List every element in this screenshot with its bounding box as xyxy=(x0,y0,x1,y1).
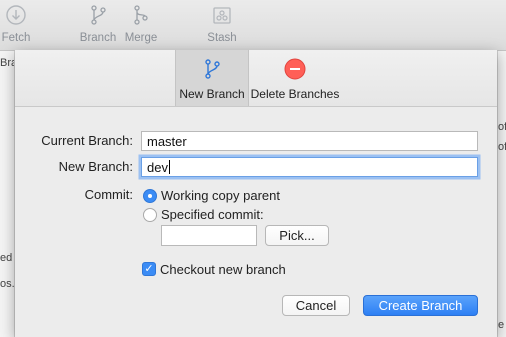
text-caret xyxy=(168,160,170,174)
tab-new-branch-label: New Branch xyxy=(179,87,245,101)
stash-icon xyxy=(213,7,231,24)
toolbar-branch-button[interactable]: Branch xyxy=(78,4,118,44)
specified-commit-radio[interactable] xyxy=(143,208,157,222)
new-branch-input[interactable]: dev xyxy=(141,157,478,177)
app-toolbar: Fetch Branch Merge Stash xyxy=(0,0,506,51)
toolbar-merge-label: Merge xyxy=(124,32,158,44)
specified-commit-label[interactable]: Specified commit: xyxy=(161,207,264,222)
current-branch-field[interactable]: master xyxy=(141,131,478,151)
toolbar-stash-label: Stash xyxy=(207,32,237,44)
new-branch-value: dev xyxy=(147,160,168,175)
left-fragment: ed b xyxy=(0,252,14,264)
toolbar-branch-label: Branch xyxy=(79,32,117,44)
working-copy-parent-label[interactable]: Working copy parent xyxy=(161,188,280,203)
branch-icon xyxy=(91,5,106,25)
left-fragment: os.f xyxy=(0,278,15,290)
toolbar-merge-button[interactable]: Merge xyxy=(121,4,161,44)
toolbar-fetch-button[interactable]: Fetch xyxy=(0,4,36,44)
toolbar-stash-button[interactable]: Stash xyxy=(202,4,242,44)
checkout-new-branch-checkbox[interactable]: ✓ xyxy=(142,262,156,276)
new-branch-sheet: New Branch Delete Branches Current Branc… xyxy=(15,50,497,337)
tab-new-branch[interactable]: New Branch xyxy=(175,50,249,106)
tab-delete-branches[interactable]: Delete Branches xyxy=(249,50,341,106)
right-pane: S of of e xyxy=(497,51,506,337)
merge-icon xyxy=(134,5,148,25)
create-branch-button[interactable]: Create Branch xyxy=(363,295,478,316)
pick-button[interactable]: Pick... xyxy=(265,225,329,246)
toolbar-fetch-label: Fetch xyxy=(1,32,31,44)
current-branch-value: master xyxy=(147,134,187,149)
right-fragment: e xyxy=(498,319,505,331)
delete-icon xyxy=(284,58,306,80)
left-pane: Bran ed b os.f xyxy=(0,51,15,337)
working-copy-parent-radio[interactable] xyxy=(143,189,157,203)
checkout-new-branch-label[interactable]: Checkout new branch xyxy=(160,262,286,277)
right-fragment: of xyxy=(498,141,506,153)
cancel-button[interactable]: Cancel xyxy=(282,295,350,316)
right-fragment: of xyxy=(498,121,506,133)
sheet-content: Current Branch: master New Branch: dev C… xyxy=(15,107,497,337)
new-branch-label: New Branch: xyxy=(58,159,133,174)
commit-label: Commit: xyxy=(84,187,133,202)
branch-icon xyxy=(205,59,220,79)
current-branch-label: Current Branch: xyxy=(41,133,133,148)
specified-commit-input[interactable] xyxy=(161,225,257,246)
fetch-icon xyxy=(6,5,26,25)
left-fragment: Bran xyxy=(0,57,14,69)
tab-delete-branches-label: Delete Branches xyxy=(250,87,340,101)
sheet-tab-bar: New Branch Delete Branches xyxy=(15,50,497,107)
